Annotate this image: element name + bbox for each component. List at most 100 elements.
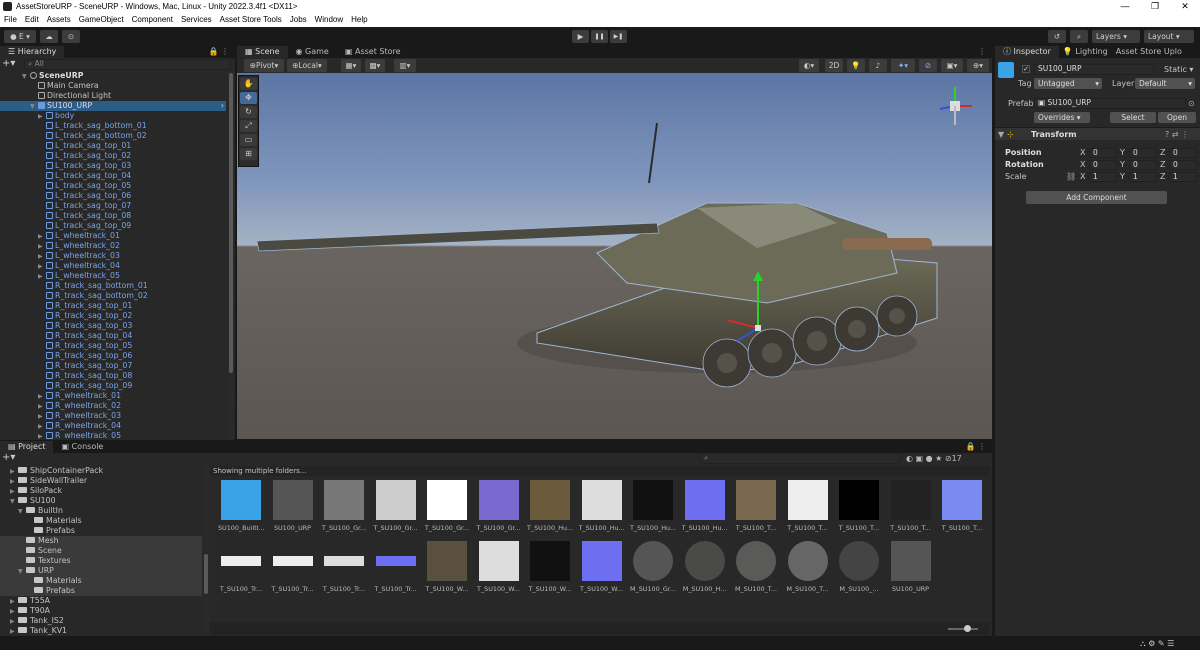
hierarchy-child-item[interactable]: L_track_sag_top_06 [46, 191, 131, 201]
hierarchy-child-item[interactable]: ▶ R_wheeltrack_05 [38, 431, 121, 439]
asset-item[interactable]: T_SU100_Gr... [373, 480, 419, 536]
project-folder-item[interactable]: ▶ Tank_KV1 [0, 626, 202, 636]
project-folder-item[interactable]: Materials [0, 516, 202, 526]
prefab-field[interactable]: ▣ SU100_URP [1034, 98, 1186, 109]
menu-assets[interactable]: Assets [43, 13, 75, 27]
hierarchy-child-item[interactable]: L_track_sag_top_02 [46, 151, 131, 161]
project-folder-item[interactable]: ▶ Tank_IS2 [0, 616, 202, 626]
menu-help[interactable]: Help [347, 13, 371, 27]
hierarchy-item-su100-urp[interactable]: ▼ SU100_URP › [0, 101, 226, 111]
menu-asset-store-tools[interactable]: Asset Store Tools [216, 13, 286, 27]
project-folder-item[interactable]: ▶ T90A [0, 606, 202, 616]
layers-dropdown[interactable]: Layers ▾ [1092, 30, 1140, 43]
hierarchy-search-input[interactable]: ⌕ All [24, 59, 231, 70]
hierarchy-child-item[interactable]: ▶ R_wheeltrack_04 [38, 421, 121, 431]
hierarchy-child-item[interactable]: ▶ L_wheeltrack_03 [38, 251, 120, 261]
asset-item[interactable]: T_SU100_Hu... [682, 480, 728, 536]
tab-scene[interactable]: ▦ Scene [237, 46, 288, 58]
asset-item[interactable]: T_SU100_Hu... [630, 480, 676, 536]
local-dropdown[interactable]: ⊕Local▾ [287, 59, 327, 72]
hierarchy-child-item[interactable]: R_track_sag_top_06 [46, 351, 132, 361]
project-folder-item[interactable]: Mesh [0, 536, 202, 546]
menu-edit[interactable]: Edit [21, 13, 43, 27]
tag-dropdown[interactable]: Untagged ▾ [1034, 78, 1102, 89]
hierarchy-child-item[interactable]: R_track_sag_top_08 [46, 371, 132, 381]
asset-item[interactable]: T_SU100_W... [476, 541, 522, 597]
asset-item[interactable]: T_SU100_T... [939, 480, 985, 536]
draw-mode-icon[interactable]: ◐▾ [799, 59, 819, 72]
component-menu-icon[interactable]: ? ⇄ ⋮ [1165, 129, 1189, 140]
status-icons[interactable]: ⛬ ⚙ ✎ ☰ [1140, 638, 1174, 649]
hierarchy-child-item[interactable]: ▶ body [38, 111, 74, 121]
step-button[interactable]: ▶❚ [610, 30, 627, 43]
project-filter-icons[interactable]: ◐ ▣ ● ★ ⊘17 [906, 453, 962, 464]
menu-file[interactable]: File [0, 13, 21, 27]
cloud-icon[interactable]: ☁ [40, 30, 58, 43]
move-tool-icon[interactable]: ✥ [240, 92, 257, 104]
scale-tool-icon[interactable]: ⤢ [240, 120, 257, 132]
project-folder-item[interactable]: ▶ ShipContainerPack [0, 466, 202, 476]
asset-item[interactable]: T_SU100_Gr... [321, 480, 367, 536]
hierarchy-child-item[interactable]: R_track_sag_top_01 [46, 301, 132, 311]
menu-services[interactable]: Services [177, 13, 216, 27]
tab-inspector[interactable]: ⓘ Inspector [995, 46, 1059, 58]
scale-x-field[interactable]: 1 [1089, 172, 1117, 182]
hierarchy-child-item[interactable]: R_track_sag_top_04 [46, 331, 132, 341]
hierarchy-child-item[interactable]: L_track_sag_top_09 [46, 221, 131, 231]
toggle-2d-button[interactable]: 2D [825, 59, 843, 72]
close-button[interactable]: ✕ [1170, 0, 1200, 13]
tab-asset-store-upload[interactable]: Asset Store Uplo [1112, 46, 1186, 58]
project-folder-item[interactable]: Textures [0, 556, 202, 566]
project-folder-item[interactable]: ▼ URP [0, 566, 202, 576]
menu-jobs[interactable]: Jobs [286, 13, 311, 27]
lock-icon[interactable]: 🔒 ⋮ [208, 46, 229, 58]
scene-root[interactable]: ▼ SceneURP [22, 71, 83, 81]
asset-item[interactable]: M_SU100_... [836, 541, 882, 597]
asset-item[interactable]: T_SU100_Tr... [218, 541, 264, 597]
hierarchy-child-item[interactable]: R_track_sag_top_05 [46, 341, 132, 351]
hierarchy-child-item[interactable]: ▶ L_wheeltrack_04 [38, 261, 120, 271]
asset-item[interactable]: T_SU100_Hu... [579, 480, 625, 536]
hierarchy-item-directional-light[interactable]: Directional Light [38, 91, 111, 101]
hierarchy-child-item[interactable]: ▶ L_wheeltrack_01 [38, 231, 120, 241]
active-checkbox[interactable]: ✓ [1022, 65, 1030, 73]
camera-icon[interactable]: ▣▾ [941, 59, 963, 72]
project-folder-item[interactable]: ▼ SU100 [0, 496, 202, 506]
menu-component[interactable]: Component [128, 13, 177, 27]
position-y-field[interactable]: 0 [1129, 148, 1157, 158]
add-component-button[interactable]: Add Component [1026, 191, 1167, 204]
hierarchy-scrollbar[interactable] [228, 71, 234, 439]
hierarchy-child-item[interactable]: L_track_sag_top_07 [46, 201, 131, 211]
layer-dropdown[interactable]: Default ▾ [1135, 78, 1195, 89]
pivot-dropdown[interactable]: ⊕Pivot▾ [244, 59, 284, 72]
tab-console[interactable]: ▣ Console [53, 441, 111, 453]
project-folder-item[interactable]: ▶ SiloPack [0, 486, 202, 496]
hierarchy-child-item[interactable]: R_track_sag_top_09 [46, 381, 132, 391]
grid-visibility-icon[interactable]: ▩▾ [365, 59, 385, 72]
hierarchy-child-item[interactable]: L_track_sag_top_01 [46, 141, 131, 151]
object-name-field[interactable]: SU100_URP [1034, 64, 1154, 75]
asset-item[interactable]: T_SU100_T... [785, 480, 831, 536]
asset-item[interactable]: T_SU100_W... [579, 541, 625, 597]
play-button[interactable]: ▶ [572, 30, 589, 43]
asset-item[interactable]: T_SU100_Gr... [424, 480, 470, 536]
hierarchy-child-item[interactable]: L_track_sag_bottom_01 [46, 121, 147, 131]
asset-item[interactable]: SU100_URP [888, 541, 934, 597]
hierarchy-child-item[interactable]: L_track_sag_top_04 [46, 171, 131, 181]
hand-tool-icon[interactable]: ✋ [240, 78, 257, 90]
rotation-x-field[interactable]: 0 [1089, 160, 1117, 170]
asset-item[interactable]: T_SU100_Tr... [270, 541, 316, 597]
asset-item[interactable]: M_SU100_T... [733, 541, 779, 597]
tab-lighting[interactable]: 💡 Lighting [1059, 46, 1112, 58]
asset-item[interactable]: SU100_BuiltI... [218, 480, 264, 536]
project-tree-scrollbar[interactable] [203, 466, 209, 632]
tank-model[interactable] [237, 73, 992, 439]
asset-item[interactable]: T_SU100_Gr... [476, 480, 522, 536]
hierarchy-child-item[interactable]: R_track_sag_bottom_02 [46, 291, 148, 301]
asset-item[interactable]: T_SU100_W... [527, 541, 573, 597]
menu-gameobject[interactable]: GameObject [75, 13, 128, 27]
hierarchy-child-item[interactable]: R_track_sag_bottom_01 [46, 281, 148, 291]
hierarchy-child-item[interactable]: ▶ R_wheeltrack_01 [38, 391, 121, 401]
foldout-arrow-icon[interactable]: ▼ [998, 129, 1004, 140]
audio-icon[interactable]: ♪ [869, 59, 887, 72]
